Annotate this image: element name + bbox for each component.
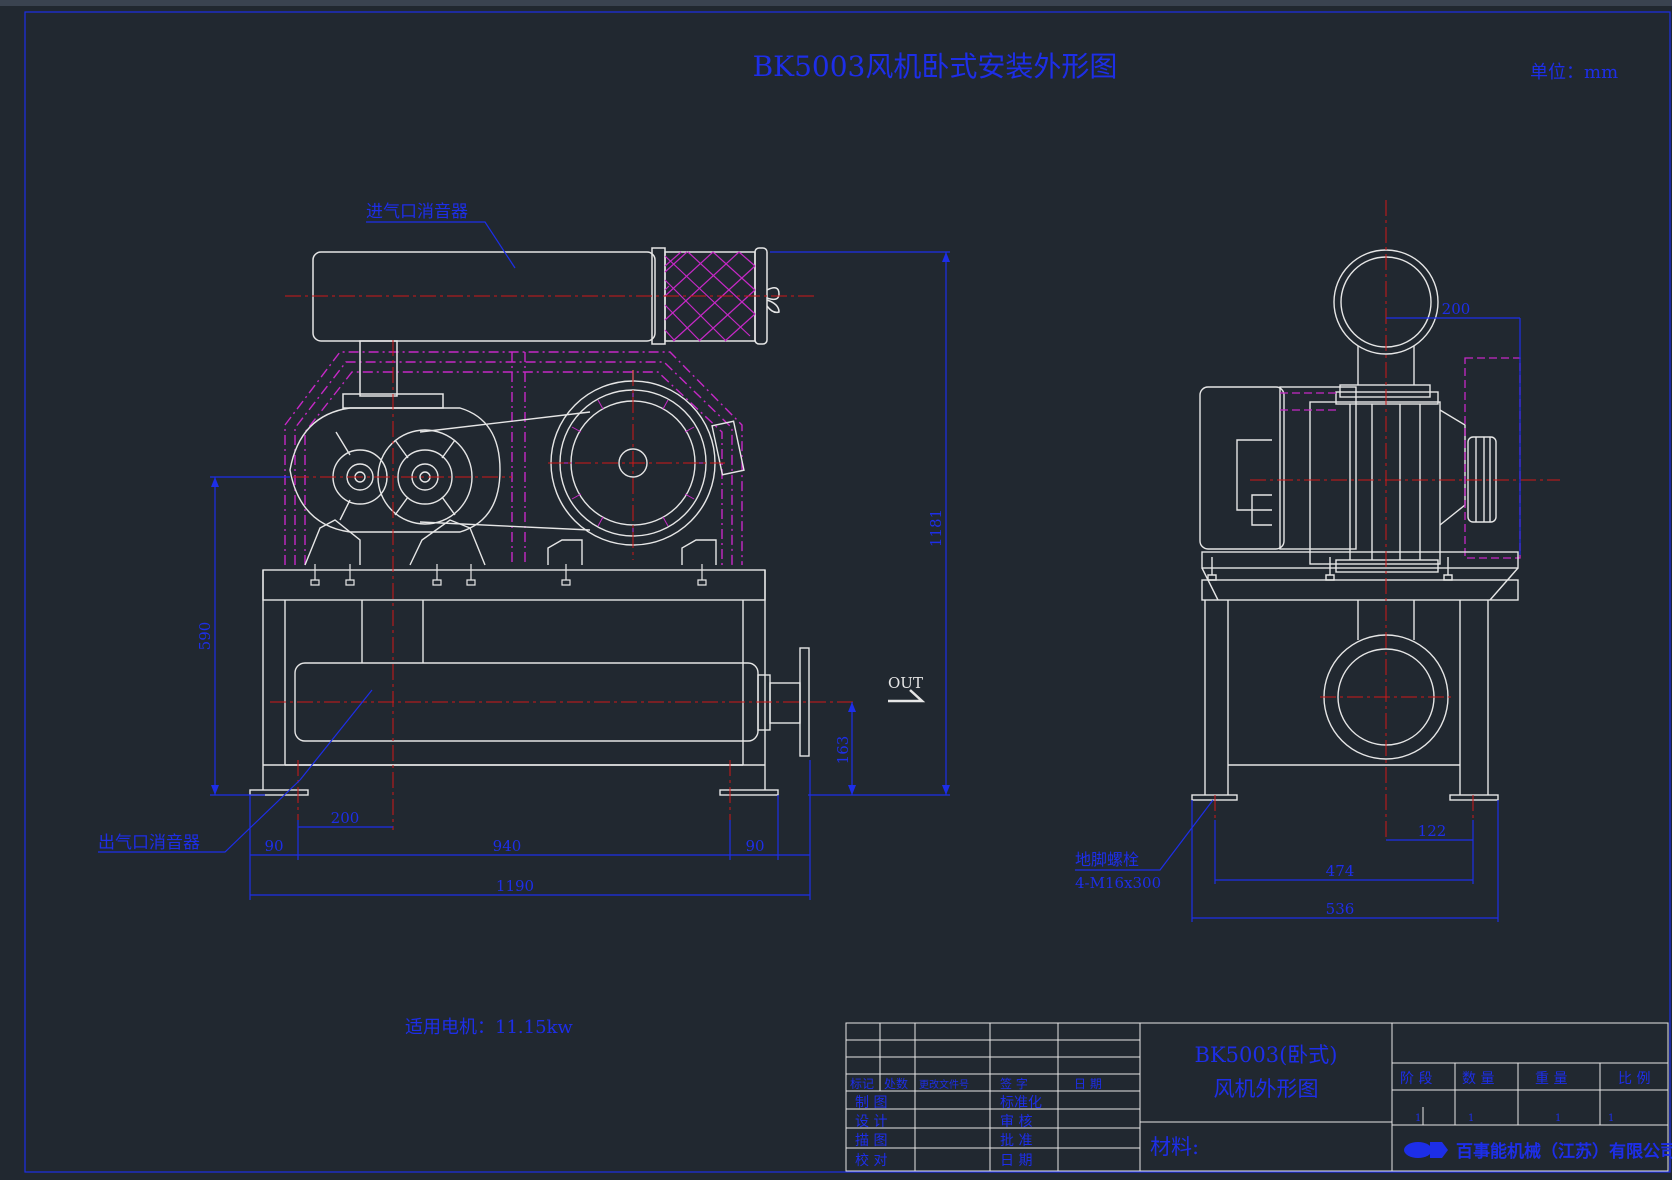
title-block: 标记 处数 更改文件号 签 字 日 期 制 图 设 计 描 图 校 对 标准化 … [845,1022,1672,1172]
rev-header: 处数 [884,1076,908,1091]
sign-labels: 标准化 审 核 批 准 日 期 [1000,1095,1042,1169]
rev-header: 签 字 [1000,1076,1028,1091]
dim-474: 474 [1326,862,1355,880]
drawing-title: BK5003风机卧式安装外形图 [753,50,1118,83]
blower-casing [289,407,591,566]
dim-940: 940 [493,837,522,855]
prop-headers: 阶 段 数 量 重 量 比 例 [1400,1071,1650,1087]
prop-values: 1 1 1 1 [1415,1113,1614,1124]
inlet-silencer-label: 进气口消音器 [366,202,468,222]
material-label: 材料: [1150,1135,1199,1159]
row-label: 描 图 [855,1133,887,1149]
prop-header: 比 例 [1618,1071,1650,1087]
row-label: 制 图 [855,1095,887,1111]
side-centerlines [270,295,855,830]
row-labels: 制 图 设 计 描 图 校 对 [855,1095,887,1169]
side-view: 进气口消音器 出气口消音器 1181 590 163 200 90 940 90… [98,202,950,900]
dim-90-left: 90 [264,837,283,855]
row-label: 设 计 [855,1114,887,1130]
prop-value: 1 [1555,1113,1561,1124]
sign-label: 批 准 [1000,1133,1032,1149]
dim-outlet-center-height: 163 [834,736,852,765]
sign-label: 标准化 [1000,1095,1042,1111]
drawing-name-line1: BK5003(卧式) [1195,1043,1338,1067]
rev-header: 日 期 [1074,1077,1102,1091]
rev-header: 标记 [850,1077,874,1091]
row-label: 校 对 [855,1152,887,1169]
sign-label: 日 期 [1000,1153,1032,1169]
rev-header: 更改文件号 [919,1078,969,1091]
cad-drawing-canvas: BK5003风机卧式安装外形图 单位：mm 进气口消音器 出气口消音器 1181… [0,0,1672,1173]
prop-header: 重 量 [1535,1071,1567,1087]
dim-200-end: 200 [1442,300,1471,318]
base-frame [249,569,779,796]
prop-header: 数 量 [1462,1071,1494,1087]
outlet-silencer-label: 出气口消音器 [98,833,200,853]
motor-note: 适用电机：11.15kw [405,1017,573,1038]
base-bolts [310,564,707,586]
anchor-bolt-label: 地脚螺栓 [1075,850,1139,869]
anchor-bolt-spec: 4-M16x300 [1075,874,1161,892]
viewport-top-band [0,0,1672,6]
prop-header: 阶 段 [1400,1071,1432,1087]
end-dimension-lines [1075,317,1521,922]
hidden-guard-outline [284,351,743,565]
dim-90-right: 90 [745,837,764,855]
dim-base-height: 590 [196,622,214,651]
end-base-frame [1191,551,1519,801]
side-arrowheads [211,252,950,795]
prop-value: 1 [1415,1113,1421,1124]
dim-122: 122 [1418,822,1447,840]
drawing-border [24,11,1671,1173]
end-centerlines [1214,200,1560,840]
company-name: 百事能机械（江苏）有限公司 [1456,1141,1672,1162]
end-view: 200 122 474 536 地脚螺栓 4-M16x300 [1075,200,1560,922]
drawing-name-line2: 风机外形图 [1214,1077,1319,1101]
company-logo-icon [1404,1142,1448,1158]
dim-1190: 1190 [496,877,534,895]
dim-536: 536 [1326,900,1355,918]
out-label: OUT [888,674,923,692]
motor-assembly [547,370,745,565]
dim-200-side: 200 [331,809,360,827]
side-dimension-lines [98,221,950,900]
prop-value: 1 [1468,1113,1474,1124]
unit-label: 单位：mm [1530,62,1618,83]
prop-value: 1 [1608,1113,1614,1124]
sign-label: 审 核 [1000,1114,1032,1130]
rev-headers: 标记 处数 更改文件号 签 字 日 期 [850,1076,1102,1091]
dim-total-height: 1181 [927,509,945,547]
